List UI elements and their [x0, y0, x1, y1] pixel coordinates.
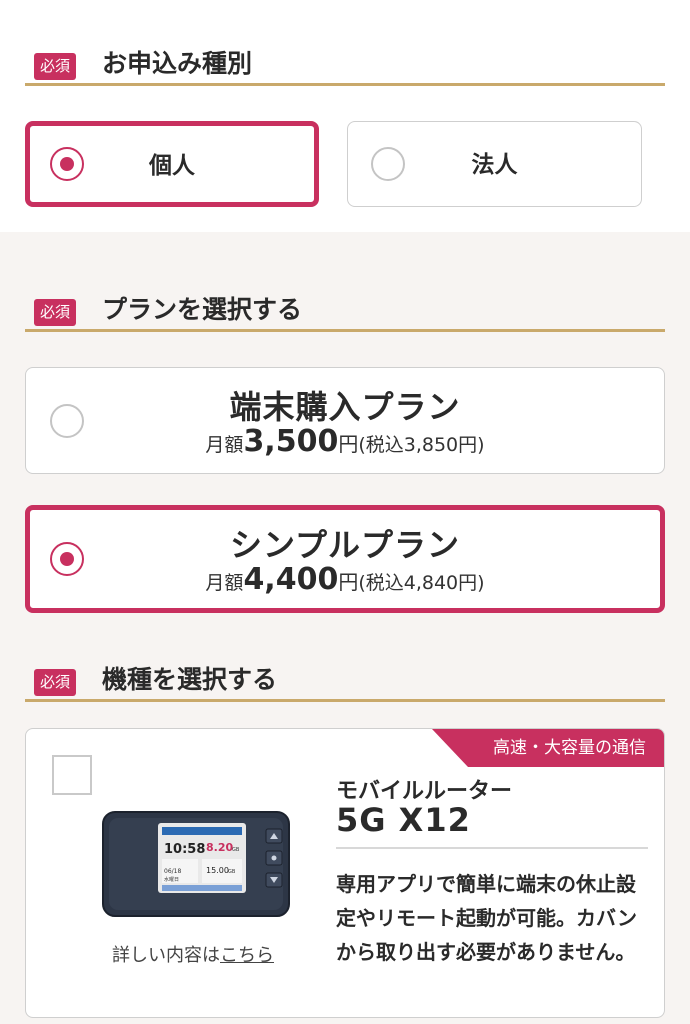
price-amount: 4,400	[243, 562, 339, 597]
option-individual[interactable]: 個人	[25, 121, 319, 207]
screen-limit-unit: GB	[228, 869, 236, 875]
option-label: 個人	[149, 153, 195, 179]
device-section: 必須 機種を選択する	[25, 658, 665, 708]
screen-data-unit: GB	[232, 847, 240, 853]
plan-price: 月額3,500円(税込3,850円)	[26, 424, 664, 459]
price-tax: (税込3,850円)	[358, 434, 485, 456]
details-link[interactable]: こちら	[220, 945, 274, 966]
plan-price: 月額4,400円(税込4,840円)	[30, 562, 660, 597]
feature-tag: 高速・大容量の通信	[432, 729, 664, 767]
device-card[interactable]: 高速・大容量の通信 10:58 06/18 水曜日 8.20 GB 15.00 …	[25, 728, 665, 1018]
plan-option-simple[interactable]: シンプルプラン 月額4,400円(税込4,840円)	[25, 505, 665, 613]
section-header: 必須 プランを選択する	[25, 288, 665, 332]
screen-time: 10:58	[164, 842, 205, 857]
section-header: 必須 機種を選択する	[25, 658, 665, 702]
price-tax: (税込4,840円)	[358, 572, 485, 594]
section-title: 機種を選択する	[102, 665, 278, 694]
plan-name: シンプルプラン	[229, 526, 461, 564]
details-link-line: 詳しい内容はこちら	[112, 941, 274, 967]
plan-name: 端末購入プラン	[229, 388, 461, 426]
price-yen: 円	[338, 570, 359, 594]
application-type-section: 必須 お申込み種別 個人 法人	[25, 42, 665, 212]
section-header: 必須 お申込み種別	[25, 42, 665, 86]
section-title: プランを選択する	[102, 295, 303, 324]
details-prefix: 詳しい内容は	[112, 945, 220, 966]
device-checkbox[interactable]	[52, 755, 92, 795]
required-badge: 必須	[34, 669, 77, 696]
option-label: 法人	[471, 152, 518, 178]
screen-day: 水曜日	[164, 876, 179, 883]
price-yen: 円	[338, 432, 359, 456]
screen-date: 06/18	[164, 868, 181, 875]
required-badge: 必須	[34, 53, 77, 80]
screen-limit: 15.00	[206, 866, 229, 875]
plan-option-device-purchase[interactable]: 端末購入プラン 月額3,500円(税込3,850円)	[25, 367, 665, 474]
option-corporate[interactable]: 法人	[347, 121, 642, 207]
divider	[336, 847, 648, 849]
required-badge: 必須	[34, 299, 77, 326]
screen-data: 8.20	[206, 841, 233, 854]
plan-section: 必須 プランを選択する 端末購入プラン 月額3,500円(税込3,850円) シ…	[25, 288, 665, 618]
router-image: 10:58 06/18 水曜日 8.20 GB 15.00 GB	[102, 811, 290, 917]
section-title: お申込み種別	[102, 49, 253, 78]
device-model: 5G X12	[336, 801, 471, 839]
price-prefix: 月額	[205, 572, 244, 594]
device-description: 専用アプリで簡単に端末の休止設定やリモート起動が可能。カバンから取り出す必要があ…	[336, 872, 637, 964]
price-amount: 3,500	[243, 424, 339, 459]
price-prefix: 月額	[205, 434, 244, 456]
